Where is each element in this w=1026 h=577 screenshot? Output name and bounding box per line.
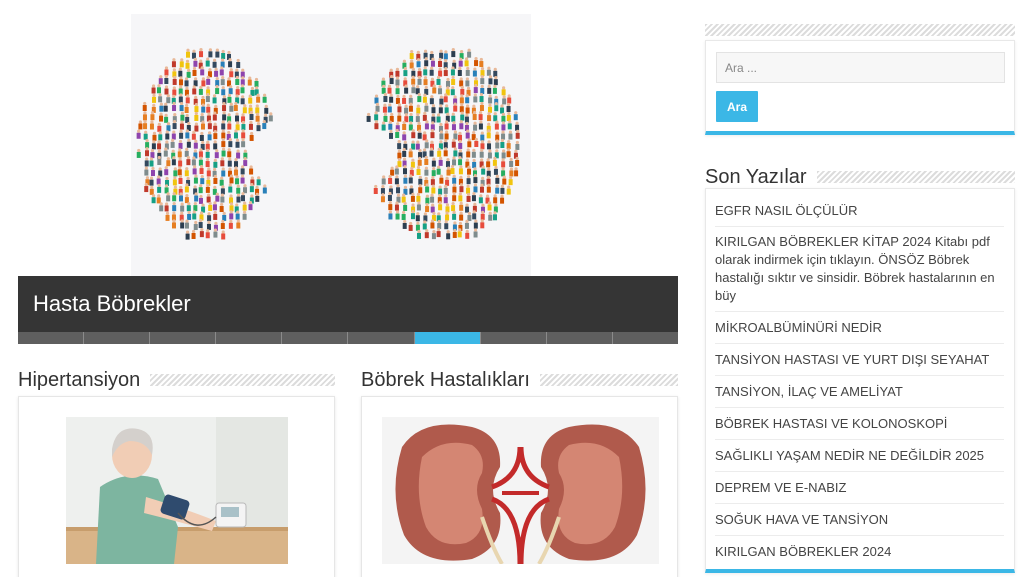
heading-stripe-divider [816,171,1015,183]
section-title: Son Yazılar [705,165,807,188]
slide-caption[interactable]: Hasta Böbrekler [18,276,678,332]
slider-dot[interactable] [18,332,85,344]
kidney-anatomy-image [382,417,659,564]
section-heading-hipertansiyon: Hipertansiyon [18,367,335,393]
slider-dot[interactable] [480,332,547,344]
section-title[interactable]: Hipertansiyon [18,369,150,392]
search-widget: Ara [705,40,1015,135]
kidney-crowd-illustration [131,14,531,276]
woman-measuring-blood-pressure-image [66,417,288,564]
search-input[interactable] [716,52,1005,83]
sidebar-stripe-divider [705,24,1015,36]
recent-post-link[interactable]: MİKROALBÜMİNÜRİ NEDİR [715,312,1004,344]
slider-dot[interactable] [612,332,678,344]
recent-post-link[interactable]: KIRILGAN BÖBREKLER KİTAP 2024 Kitabı pdf… [715,227,1004,312]
slider-dot[interactable] [414,332,481,344]
slider-dot[interactable] [84,332,151,344]
recent-post-link[interactable]: SOĞUK HAVA VE TANSİYON [715,504,1004,536]
slide-image-kidney-crowd[interactable] [131,14,531,276]
post-thumbnail-kidney[interactable] [382,417,659,564]
heading-stripe-divider [150,374,335,386]
recent-post-link[interactable]: DEPREM VE E-NABIZ [715,472,1004,504]
slider-dot[interactable] [150,332,217,344]
search-button[interactable]: Ara [716,91,758,122]
featured-slider[interactable]: Hasta Böbrekler [18,14,678,345]
slider-dot[interactable] [282,332,349,344]
recent-post-link[interactable]: TANSİYON HASTASI VE YURT DIŞI SEYAHAT [715,344,1004,376]
recent-post-link[interactable]: EGFR NASIL ÖLÇÜLÜR [715,195,1004,227]
post-thumbnail-blood-pressure[interactable] [66,417,288,564]
section-heading-son-yazilar: Son Yazılar [705,164,1015,190]
heading-stripe-divider [539,374,678,386]
recent-post-link[interactable]: SAĞLIKLI YAŞAM NEDİR NE DEĞİLDİR 2025 [715,440,1004,472]
post-card-bobrek-hastaliklari[interactable] [361,396,678,577]
recent-post-link[interactable]: BÖBREK HASTASI VE KOLONOSKOPİ [715,408,1004,440]
recent-post-link[interactable]: TANSİYON, İLAÇ VE AMELİYAT [715,376,1004,408]
post-card-hipertansiyon[interactable] [18,396,335,577]
slider-dot[interactable] [546,332,613,344]
slider-pagination [18,332,678,344]
recent-post-link[interactable]: KIRILGAN BÖBREKLER 2024 [715,536,1004,567]
section-title[interactable]: Böbrek Hastalıkları [361,369,540,392]
slider-dot[interactable] [348,332,415,344]
slider-dot[interactable] [216,332,283,344]
recent-posts-widget: EGFR NASIL ÖLÇÜLÜR KIRILGAN BÖBREKLER Kİ… [705,188,1015,573]
section-heading-bobrek-hastaliklari: Böbrek Hastalıkları [361,367,678,393]
